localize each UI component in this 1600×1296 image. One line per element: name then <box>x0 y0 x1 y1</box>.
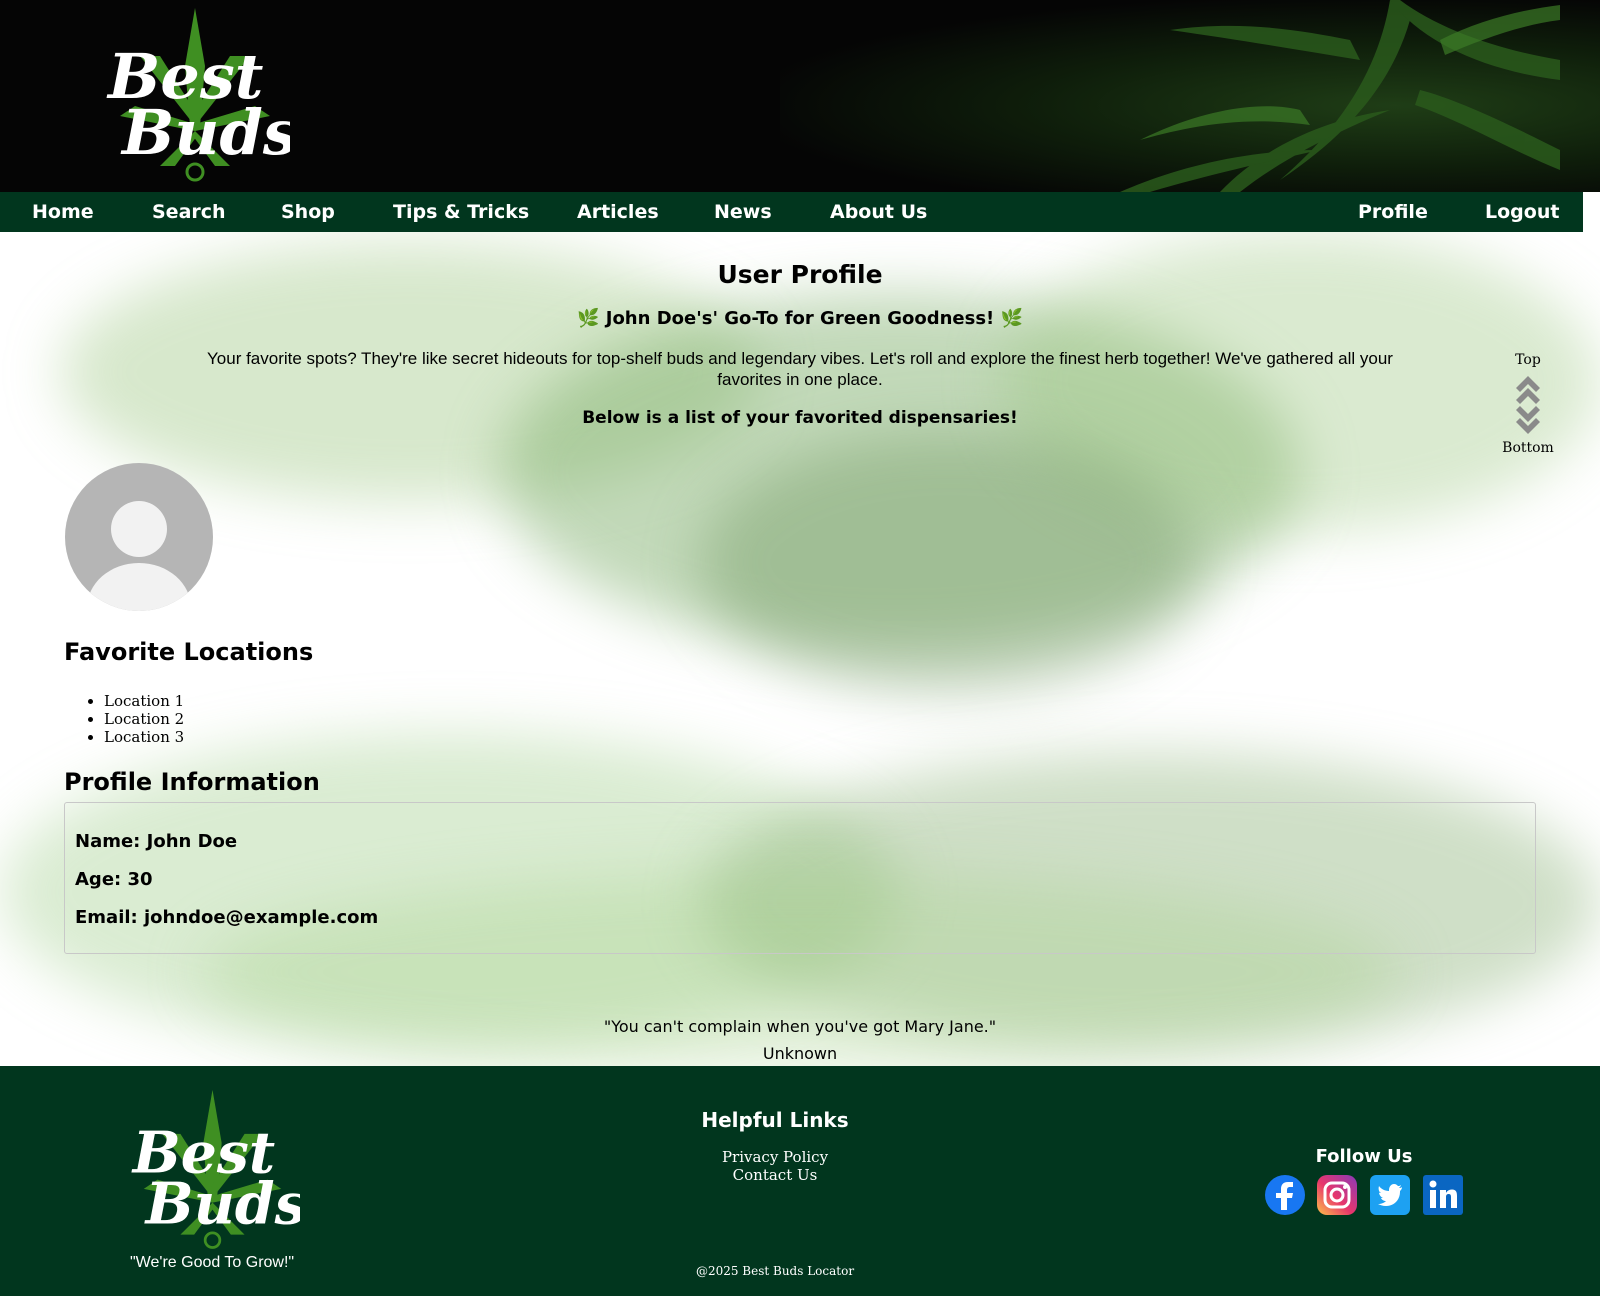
svg-text:Buds: Buds <box>120 96 290 169</box>
profile-info-box: Name: John Doe Age: 30 Email: johndoe@ex… <box>64 802 1536 954</box>
profile-name: Name: John Doe <box>75 831 238 852</box>
quote-text: "You can't complain when you've got Mary… <box>603 1017 997 1036</box>
helpful-links-heading: Helpful Links <box>701 1108 849 1132</box>
page-title: User Profile <box>717 260 883 289</box>
nav-about-us[interactable]: About Us <box>830 192 927 232</box>
scroll-controls: Top Bottom <box>1500 352 1556 458</box>
cannabis-leaf-photo <box>1120 0 1560 192</box>
nav-logout[interactable]: Logout <box>1485 192 1559 232</box>
avatar <box>65 463 213 611</box>
follow-us-heading: Follow Us <box>1315 1146 1413 1167</box>
favorites-list: Location 1 Location 2 Location 3 <box>104 692 184 746</box>
main-nav: Home Search Shop Tips & Tricks Articles … <box>0 192 1583 232</box>
nav-articles[interactable]: Articles <box>577 192 659 232</box>
contact-us-link[interactable]: Contact Us <box>640 1166 910 1184</box>
privacy-policy-link[interactable]: Privacy Policy <box>640 1148 910 1166</box>
quote-author: Unknown <box>762 1044 838 1063</box>
avatar-head <box>111 501 167 557</box>
site-footer: Best Buds "We're Good To Grow!" Helpful … <box>0 1066 1600 1296</box>
footer-logo: Best Buds <box>131 1089 300 1249</box>
list-item[interactable]: Location 3 <box>104 728 184 746</box>
page-tagline: 🌿 John Doe's' Go-To for Green Goodness! … <box>577 308 1023 329</box>
nav-tips-tricks[interactable]: Tips & Tricks <box>393 192 529 232</box>
page-scrollbar[interactable] <box>1583 192 1600 232</box>
svg-text:Buds: Buds <box>144 1172 300 1238</box>
twitter-icon[interactable] <box>1369 1174 1411 1216</box>
list-item[interactable]: Location 1 <box>104 692 184 710</box>
profile-email: Email: johndoe@example.com <box>75 907 379 928</box>
nav-news[interactable]: News <box>714 192 772 232</box>
scroll-up-icon[interactable] <box>1514 372 1542 404</box>
instagram-icon[interactable] <box>1316 1174 1358 1216</box>
best-buds-logo: Best Buds <box>106 8 290 182</box>
site-header: Best Buds <box>0 0 1600 192</box>
profile-age: Age: 30 <box>75 869 153 890</box>
profile-info-heading: Profile Information <box>64 768 320 796</box>
scroll-down-icon[interactable] <box>1514 406 1542 438</box>
facebook-icon[interactable] <box>1264 1174 1306 1216</box>
avatar-body <box>87 563 191 611</box>
nav-search[interactable]: Search <box>152 192 226 232</box>
list-item[interactable]: Location 2 <box>104 710 184 728</box>
helpful-links: Privacy Policy Contact Us <box>640 1148 910 1184</box>
footer-tagline: "We're Good To Grow!" <box>130 1254 295 1271</box>
scroll-top-label[interactable]: Top <box>1500 352 1556 370</box>
scroll-bottom-label[interactable]: Bottom <box>1500 440 1556 458</box>
page-intro: Your favorite spots? They're like secret… <box>207 349 1393 389</box>
nav-home[interactable]: Home <box>32 192 94 232</box>
nav-shop[interactable]: Shop <box>281 192 335 232</box>
favorites-heading: Favorite Locations <box>64 638 314 666</box>
nav-profile[interactable]: Profile <box>1358 192 1428 232</box>
favorites-intro: Below is a list of your favorited dispen… <box>582 408 1018 428</box>
linkedin-icon[interactable] <box>1422 1174 1464 1216</box>
copyright: @2025 Best Buds Locator <box>695 1264 855 1278</box>
